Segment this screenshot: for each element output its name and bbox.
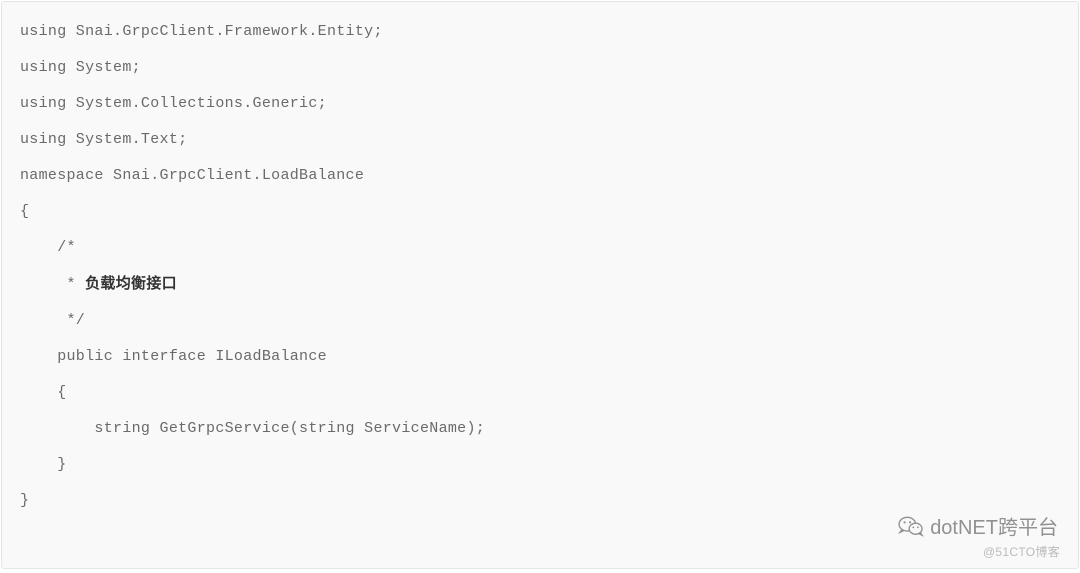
- watermark-text: dotNET跨平台: [930, 511, 1058, 540]
- comment-chinese-text: 负载均衡接口: [85, 275, 177, 292]
- code-line: string GetGrpcService(string ServiceName…: [20, 411, 1060, 447]
- code-line: {: [20, 375, 1060, 411]
- code-line: using System.Collections.Generic;: [20, 86, 1060, 122]
- wechat-icon: [898, 515, 924, 537]
- code-line: {: [20, 194, 1060, 230]
- code-line: public interface ILoadBalance: [20, 339, 1060, 375]
- code-line: namespace Snai.GrpcClient.LoadBalance: [20, 158, 1060, 194]
- code-line: */: [20, 303, 1060, 339]
- code-line: using System.Text;: [20, 122, 1060, 158]
- code-line: }: [20, 447, 1060, 483]
- code-line-comment: * 负载均衡接口: [20, 266, 1060, 303]
- code-line: using Snai.GrpcClient.Framework.Entity;: [20, 14, 1060, 50]
- code-line: using System;: [20, 50, 1060, 86]
- code-line: /*: [20, 230, 1060, 266]
- watermark-blog: @51CTO博客: [983, 543, 1060, 560]
- watermark-badge: dotNET跨平台: [898, 511, 1058, 540]
- code-block: using Snai.GrpcClient.Framework.Entity; …: [1, 1, 1079, 569]
